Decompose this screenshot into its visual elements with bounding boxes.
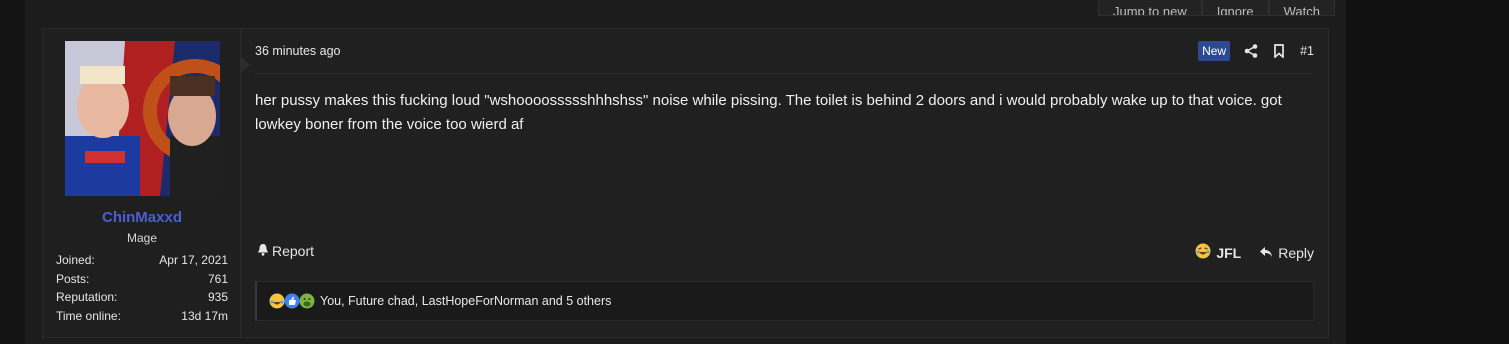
- post-main: 36 minutes ago New #1 her pussy makes th…: [255, 29, 1314, 337]
- user-info-panel: ChinMaxxd Mage Joined: Apr 17, 2021 Post…: [43, 29, 241, 337]
- post-number[interactable]: #1: [1300, 44, 1314, 58]
- thumbs-up-icon: [284, 293, 300, 309]
- jfl-reaction-button[interactable]: JFL: [1195, 243, 1241, 262]
- share-icon[interactable]: [1244, 44, 1258, 58]
- stat-label: Reputation:: [56, 290, 118, 304]
- post-date[interactable]: 36 minutes ago: [255, 44, 340, 58]
- stat-reputation: Reputation: 935: [56, 288, 228, 307]
- avatar[interactable]: [65, 41, 220, 196]
- stat-label: Joined:: [56, 253, 95, 267]
- laughing-emoji-icon: [269, 293, 285, 309]
- thread-toolbar: Jump to new Ignore Watch: [1098, 0, 1335, 16]
- reactions-text[interactable]: You, Future chad, LastHopeForNorman and …: [320, 294, 611, 308]
- vomit-emoji-icon: [299, 293, 315, 309]
- post-actions: Report JFL Reply: [255, 243, 1314, 265]
- jfl-label: JFL: [1216, 244, 1242, 261]
- watch-button[interactable]: Watch: [1268, 0, 1335, 16]
- reply-button[interactable]: Reply: [1259, 245, 1314, 261]
- post-actions-right: JFL Reply: [1195, 243, 1314, 262]
- ignore-button[interactable]: Ignore: [1201, 0, 1269, 16]
- user-title: Mage: [126, 231, 158, 245]
- jump-to-new-button[interactable]: Jump to new: [1098, 0, 1202, 16]
- user-stats: Joined: Apr 17, 2021 Posts: 761 Reputati…: [56, 251, 228, 325]
- laughing-emoji-icon: [1195, 243, 1211, 262]
- post-header-actions: New #1: [1198, 41, 1314, 61]
- bell-icon: [257, 243, 269, 259]
- reply-label: Reply: [1278, 244, 1314, 261]
- report-button[interactable]: Report: [257, 243, 314, 259]
- post-header: 36 minutes ago New #1: [255, 41, 1314, 74]
- stat-time-online: Time online: 13d 17m: [56, 307, 228, 326]
- stat-value: 935: [207, 290, 228, 304]
- username[interactable]: ChinMaxxd: [43, 209, 241, 226]
- stat-posts: Posts: 761: [56, 270, 228, 289]
- reply-icon: [1259, 245, 1273, 261]
- user-panel-arrow: [241, 57, 250, 73]
- reaction-icons: [269, 293, 315, 309]
- post: ChinMaxxd Mage Joined: Apr 17, 2021 Post…: [42, 28, 1329, 338]
- stat-label: Posts:: [56, 271, 90, 286]
- stat-value[interactable]: 761: [208, 270, 228, 289]
- stat-value: 13d 17m: [181, 308, 228, 323]
- stat-label: Time online:: [56, 308, 121, 323]
- right-gutter: [1346, 0, 1509, 344]
- bookmark-icon[interactable]: [1272, 44, 1286, 59]
- post-message: her pussy makes this fucking loud "wshoo…: [255, 92, 1282, 133]
- stat-value: Apr 17, 2021: [159, 253, 228, 267]
- reactions-summary[interactable]: You, Future chad, LastHopeForNorman and …: [255, 281, 1314, 321]
- stat-joined: Joined: Apr 17, 2021: [56, 251, 228, 270]
- report-label: Report: [272, 243, 315, 259]
- new-badge: New: [1198, 41, 1231, 61]
